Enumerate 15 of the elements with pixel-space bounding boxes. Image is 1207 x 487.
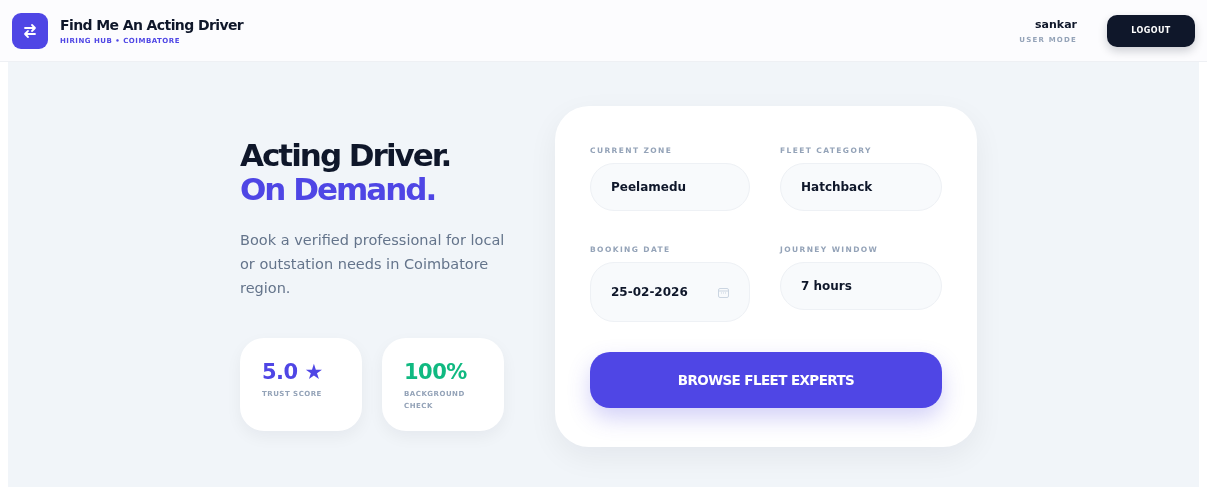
input-field[interactable]: 7 hours bbox=[780, 262, 942, 310]
headline-accent: On Demand. bbox=[240, 172, 437, 206]
input-field[interactable]: Peelamedu bbox=[590, 163, 750, 211]
user-name: sankar bbox=[1035, 17, 1077, 31]
app-title: Find Me An Acting Driver bbox=[60, 16, 244, 33]
headline: Acting Driver. bbox=[240, 138, 452, 172]
logout-button[interactable]: LOGOUT bbox=[1107, 14, 1195, 47]
description: Book a verified professional for local or outstation needs in Coimbatore region. bbox=[240, 231, 506, 298]
stat-value: 5.0 ★ bbox=[262, 360, 324, 384]
input-field[interactable]: Hatchback bbox=[780, 163, 942, 211]
date-field[interactable]: 25-02-2026 bbox=[590, 262, 750, 322]
calendar-icon[interactable] bbox=[718, 286, 729, 298]
stat-value: 100% bbox=[404, 360, 468, 384]
swap-arrows-icon bbox=[21, 21, 39, 40]
browse-button[interactable]: BROWSE FLEET EXPERTS bbox=[590, 352, 942, 408]
